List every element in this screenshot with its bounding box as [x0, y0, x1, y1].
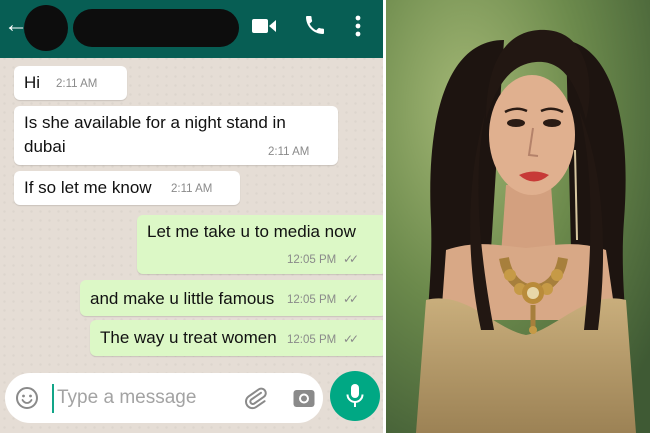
- message-text: If so let me know: [24, 178, 152, 197]
- contact-name-redacted[interactable]: [73, 9, 239, 47]
- arrow-left-icon[interactable]: ←: [4, 12, 28, 38]
- mic-button[interactable]: [330, 371, 380, 421]
- double-tick-icon: ✓✓: [343, 332, 359, 346]
- message-input[interactable]: [57, 383, 227, 413]
- message-text: Is she available for a night stand in: [24, 113, 286, 132]
- message-time: 12:05 PM: [287, 334, 337, 346]
- video-call-icon[interactable]: [251, 16, 277, 36]
- attachment-icon[interactable]: [243, 385, 269, 411]
- message-time: 2:11 AM: [268, 146, 310, 158]
- message-bubble-outgoing[interactable]: The way u treat women 12:05 PM ✓✓: [90, 320, 383, 356]
- portrait-illustration: [386, 0, 650, 433]
- message-time: 2:11 AM: [171, 183, 213, 195]
- double-tick-icon: ✓✓: [343, 252, 359, 266]
- message-bubble-incoming[interactable]: Hi 2:11 AM: [14, 66, 127, 100]
- text-caret: [52, 384, 54, 413]
- message-composer: [5, 373, 323, 423]
- message-text: The way u treat women: [100, 328, 277, 347]
- chat-header: ←: [0, 0, 383, 58]
- message-text: Let me take u to media now: [147, 222, 356, 241]
- message-bubble-incoming[interactable]: If so let me know 2:11 AM: [14, 171, 240, 205]
- message-time: 12:05 PM: [287, 294, 337, 306]
- message-text-line2: dubai: [24, 137, 66, 156]
- mic-icon: [346, 384, 364, 407]
- chat-screenshot: ← Hi 2:11 AM Is she available for a nigh…: [0, 0, 383, 433]
- emoji-icon[interactable]: [15, 386, 39, 410]
- message-bubble-outgoing[interactable]: and make u little famous 12:05 PM ✓✓: [80, 280, 383, 316]
- double-tick-icon: ✓✓: [343, 292, 359, 306]
- message-text: Hi: [24, 73, 41, 92]
- message-time: 12:05 PM: [287, 254, 337, 266]
- avatar-redacted[interactable]: [24, 5, 68, 51]
- message-time: 2:11 AM: [56, 78, 98, 90]
- message-text: and make u little famous: [90, 289, 275, 308]
- more-vert-icon[interactable]: [353, 13, 363, 39]
- camera-icon[interactable]: [292, 386, 316, 410]
- message-bubble-incoming[interactable]: Is she available for a night stand in du…: [14, 106, 338, 165]
- woman-portrait-photo: [386, 0, 650, 433]
- message-bubble-outgoing[interactable]: Let me take u to media now 12:05 PM ✓✓: [137, 215, 383, 274]
- phone-icon[interactable]: [303, 13, 327, 37]
